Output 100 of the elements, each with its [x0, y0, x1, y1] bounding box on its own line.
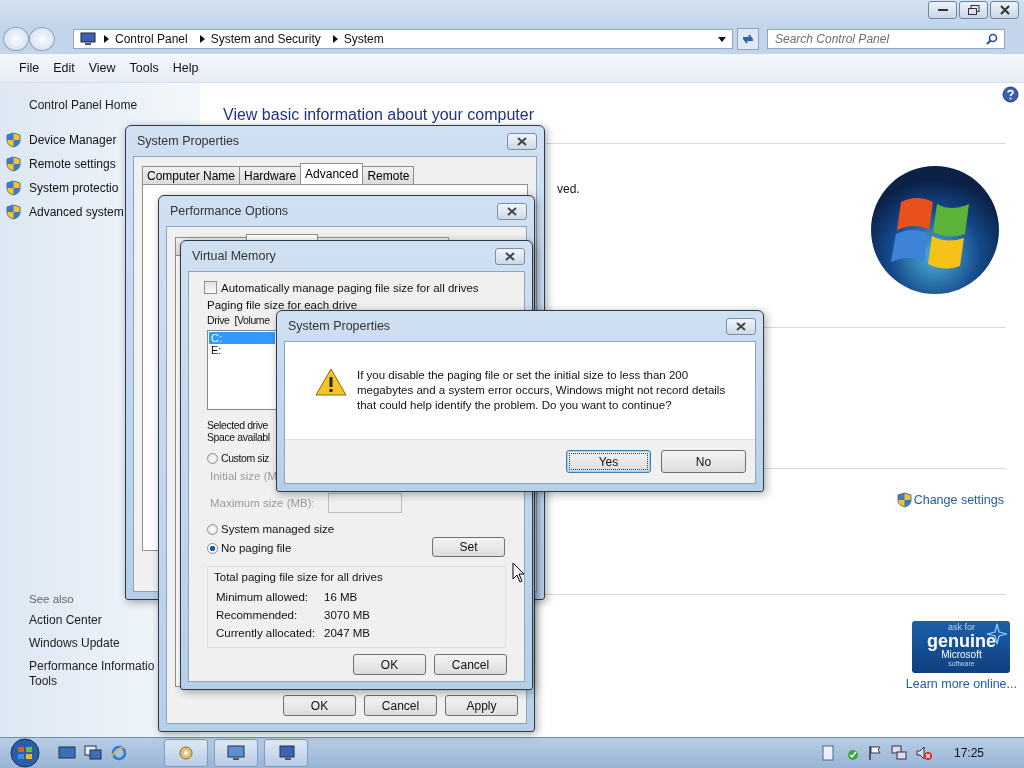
change-settings-link[interactable]: Change settings [913, 493, 1004, 507]
mouse-cursor-icon [512, 562, 526, 584]
dropdown-icon[interactable] [718, 36, 726, 42]
learn-more-link[interactable]: Learn more online... [905, 677, 1017, 691]
restore-icon [967, 5, 980, 15]
close-button[interactable] [726, 317, 756, 335]
sidebar-link[interactable]: Performance Informatio Tools [29, 659, 155, 689]
shield-icon [6, 156, 21, 172]
refresh-button[interactable] [737, 28, 759, 50]
minimize-button[interactable] [928, 1, 957, 19]
dialog-button[interactable]: OK [283, 695, 356, 716]
clock[interactable]: 17:25 [953, 746, 984, 760]
menu-item[interactable]: Help [172, 61, 199, 75]
taskbar-button[interactable] [264, 739, 308, 767]
menu-item[interactable]: File [19, 61, 40, 75]
list-item[interactable]: E: [209, 344, 275, 356]
menu-item[interactable]: Edit [53, 61, 75, 75]
dialog-title: System Properties [136, 134, 240, 148]
field-label: Space availabl [207, 431, 270, 443]
section-heading: See also [29, 593, 74, 605]
restore-button[interactable] [959, 1, 988, 19]
stat-value: 16 MB [324, 591, 358, 603]
stat-value: 3070 MB [324, 609, 371, 621]
dialog-title: System Properties [287, 319, 391, 333]
dialog-button[interactable]: Cancel [364, 695, 437, 716]
dialog-button[interactable]: Apply [445, 695, 518, 716]
close-icon [506, 206, 518, 216]
tab[interactable]: Advanced [300, 163, 364, 184]
sidebar-link[interactable]: System protectio [29, 181, 119, 195]
column-header: [Volume [234, 314, 270, 326]
refresh-icon [741, 33, 755, 45]
radio-label[interactable]: System managed size [221, 523, 335, 535]
address-bar[interactable]: Control Panel System and Security System [73, 29, 733, 49]
close-icon [735, 321, 747, 331]
stat-label: Minimum allowed: [216, 591, 310, 603]
start-button[interactable] [8, 738, 42, 768]
dialog-button[interactable]: OK [353, 654, 426, 675]
radio-label[interactable]: No paging file [221, 542, 292, 554]
sidebar-link[interactable]: Control Panel Home [29, 98, 138, 112]
message-text: If you disable the paging file or set the initial size to less than 200 megabytes and a system error occurs, Windows might not record details that could help identify the problem. Do you want to continue? [357, 368, 727, 413]
taskbar-button[interactable] [214, 739, 258, 767]
tab[interactable]: Computer Name [142, 166, 241, 184]
page-heading: View basic information about your computer [223, 106, 534, 124]
window-switch-icon[interactable] [84, 745, 102, 761]
monitor-icon [276, 744, 296, 762]
chevron-icon [332, 35, 338, 43]
dialog-button[interactable]: Yes [566, 450, 651, 473]
field-label: Maximum size (MB): [210, 497, 315, 509]
sidebar-link[interactable]: Windows Update [29, 636, 120, 651]
close-icon [516, 136, 528, 146]
sidebar-link[interactable]: Advanced system [29, 205, 124, 219]
menu-item[interactable]: Tools [129, 61, 159, 75]
chevron-icon [199, 35, 205, 43]
stat-label: Recommended: [216, 609, 299, 621]
field-label: Selected drive [207, 419, 268, 431]
radio-button[interactable] [207, 452, 218, 464]
group-label: Paging file size for each drive [207, 299, 358, 311]
search-field[interactable]: Search Control Panel [767, 29, 1005, 49]
document-icon[interactable] [820, 745, 835, 761]
monitor-icon [226, 744, 246, 762]
stat-label: Currently allocated: [216, 627, 317, 639]
monitor-icon [80, 32, 96, 46]
close-button[interactable] [507, 132, 537, 150]
close-button[interactable] [495, 247, 525, 265]
sidebar-link[interactable]: Remote settings [29, 157, 116, 171]
dialog-title: Performance Options [169, 204, 289, 218]
close-button[interactable] [990, 1, 1019, 19]
field-label: Initial size (M [210, 470, 278, 482]
checkbox-label[interactable]: Automatically manage paging file size for all drives [221, 281, 479, 294]
close-button[interactable] [497, 202, 527, 220]
sidebar-link[interactable]: Device Manager [29, 133, 117, 147]
dialog-button[interactable]: No [661, 450, 746, 473]
help-icon[interactable] [1002, 86, 1019, 103]
dialog-button[interactable]: Cancel [434, 654, 507, 675]
radio-label[interactable]: Custom siz [221, 452, 269, 464]
chevron-icon [104, 35, 109, 43]
stat-value: 2047 MB [324, 627, 371, 639]
breadcrumb[interactable]: System and Security [210, 32, 321, 46]
set-button[interactable]: Set [432, 537, 505, 557]
shield-icon [6, 204, 21, 220]
radio-button[interactable] [207, 542, 218, 554]
shield-icon [6, 132, 21, 148]
breadcrumb[interactable]: Control Panel [115, 32, 188, 46]
close-icon [999, 5, 1010, 15]
network-icon[interactable] [889, 745, 908, 761]
menu-item[interactable]: View [88, 61, 116, 75]
gear-icon [176, 744, 196, 762]
radio-button[interactable] [207, 523, 218, 535]
muted-speaker-icon[interactable] [914, 745, 933, 761]
breadcrumb[interactable]: System [343, 32, 384, 46]
minimize-icon [937, 8, 948, 12]
sidebar-link[interactable]: Action Center [29, 613, 102, 628]
tab[interactable]: Hardware [239, 166, 302, 184]
body-text: ved. [557, 182, 580, 196]
checkbox[interactable] [204, 281, 217, 294]
close-icon [504, 251, 516, 261]
desktop-icon[interactable] [58, 745, 76, 761]
flag-icon[interactable] [866, 745, 883, 761]
tab[interactable]: Remote [362, 166, 415, 184]
warning-icon [315, 368, 347, 396]
